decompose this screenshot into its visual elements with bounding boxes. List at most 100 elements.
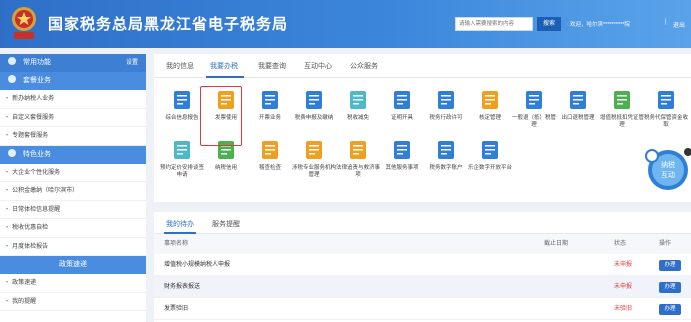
app-declare[interactable]: 税费申报及缴纳 [290,88,338,122]
tab-public-service[interactable]: 公众服务 [350,61,378,71]
search-input[interactable] [455,17,533,31]
app-platform[interactable]: 乐企数字开放平台 [466,138,514,172]
sidebar-item[interactable]: 大企业个性化服务 [0,164,146,182]
vat-icon [610,88,634,112]
sidebar-special-header[interactable]: 特色业务 [0,145,146,164]
other-icon [390,138,414,162]
todo-panel: 我的待办 服务提醒 事项名称 截止日期 状态 操作 增值税小规模纳税人申报 未申… [154,212,691,322]
app-label: 税务数字账户 [429,165,463,171]
sidebar-item[interactable]: 月度体检报告 [0,238,146,256]
search-button[interactable]: 搜索 [537,17,561,31]
handle-button[interactable]: 办理 [659,260,681,271]
todo-status: 未申报 [614,284,633,290]
sidebar-setting-link[interactable]: 设置 [126,54,138,72]
header-separator: | [665,19,667,25]
app-export[interactable]: 出口退税管理 [554,88,602,122]
sidebar-policy-header[interactable]: 政策速递 [0,256,146,274]
refund-icon [522,88,546,112]
app-custody[interactable]: 税务代保管资金收取 [642,88,690,129]
sidebar-item[interactable]: 日常体检信息提醒 [0,201,146,219]
app-label: 稽查检查 [258,165,281,171]
home-icon [8,57,16,65]
permit-icon [434,88,458,112]
handle-button[interactable]: 办理 [659,282,681,293]
mascot-text-bottom: 互动 [661,170,675,179]
app-label: 出口退税管理 [561,115,595,121]
tab-handle-tax[interactable]: 我要办税 [210,61,238,71]
app-billing[interactable]: 开票业务 [246,88,294,122]
active-tab-indicator [206,76,244,78]
app-label: 税收减免 [346,115,369,121]
app-label: 开票业务 [258,115,281,121]
todo-name: 发票验旧 [164,306,189,312]
app-label: 预约定价安排谈签申请 [159,165,204,178]
app-refund[interactable]: 一般退（抵）税管理 [510,88,558,129]
platform-icon [478,138,502,162]
grid-icon [8,148,16,157]
app-certificate[interactable]: 证明开具 [378,88,426,122]
sidebar-item[interactable]: 新办纳税人业务 [0,90,146,109]
todo-name: 增值税小规模纳税人申报 [164,262,231,268]
app-label: 增值税抵扣凭证管理 [599,115,644,128]
sidebar-item[interactable]: 我的提醒 [0,293,146,311]
export-icon [566,88,590,112]
tab-interaction[interactable]: 互动中心 [304,61,332,71]
sidebar-common-header[interactable]: 常用功能 设置 [0,54,146,72]
handle-button[interactable]: 办理 [659,304,681,315]
app-law[interactable]: 法律追责与救济事项 [334,138,382,179]
mascot-close-icon[interactable] [684,148,691,156]
law-icon [346,138,370,162]
sidebar: 常用功能 设置 套餐业务 新办纳税人业务 自定义套餐服务 专题套餐服务 特色业务… [0,54,146,322]
reduction-icon [346,88,370,112]
app-permit[interactable]: 税务行政许可 [422,88,470,122]
app-inspect[interactable]: 稽查检查 [246,138,294,172]
sidebar-item[interactable]: 政策速递 [0,274,146,293]
app-pricing[interactable]: 预约定价安排谈签申请 [158,138,206,179]
table-row: 财务报表报送 未申报 办理 [154,276,691,298]
app-label: 法律追责与救济事项 [335,165,380,178]
app-label: 一般退（抵）税管理 [511,115,556,128]
col-date: 截止日期 [544,241,569,247]
main-tabs: 我的信息 我要办税 我要查询 互动中心 公众服务 [154,54,691,78]
interactive-mascot-icon[interactable]: 纳税 互动 [640,140,690,198]
tab-query[interactable]: 我要查询 [258,61,286,71]
sidebar-item[interactable]: 税收优惠自检 [0,219,146,238]
app-agency[interactable]: 涉税专业服务机构管理 [290,138,338,179]
verify-icon [478,88,502,112]
tab-my-info[interactable]: 我的信息 [166,61,194,71]
sidebar-item[interactable]: 公积金缴纳（哈尔滨市） [0,182,146,201]
col-status: 状态 [614,241,627,247]
sidebar-package-header[interactable]: 套餐业务 [0,72,146,90]
welcome-text: 欢迎，哈尔滨**********院 [570,22,630,28]
sidebar-item[interactable]: 专题套餐服务 [0,127,146,146]
account-icon [434,138,458,162]
agency-icon [302,138,326,162]
app-report[interactable]: 综合信息报告 [158,88,206,122]
table-row: 发票验旧 未验旧 办理 [154,298,691,320]
tab-service-reminder[interactable]: 服务提醒 [212,219,240,229]
todo-status: 未验旧 [614,306,633,312]
tab-my-todo[interactable]: 我的待办 [166,219,194,229]
app-vat[interactable]: 增值税抵扣凭证管理 [598,88,646,129]
app-label: 税费申报及缴纳 [294,115,334,121]
inspect-icon [258,138,282,162]
report-icon [170,88,194,112]
app-label: 纳税信用 [214,165,237,171]
package-icon [8,75,16,83]
sidebar-package-label: 套餐业务 [22,77,51,84]
sidebar-item[interactable]: 自定义套餐服务 [0,109,146,127]
logout-link[interactable]: 退出 [673,20,685,29]
app-reduction[interactable]: 税收减免 [334,88,382,122]
todo-name: 财务报表报送 [164,284,201,290]
sidebar-policy-label: 政策速递 [59,261,87,268]
app-label: 其他服务事项 [385,165,419,171]
declare-icon [302,88,326,112]
app-other[interactable]: 其他服务事项 [378,138,426,172]
site-title: 国家税务总局黑龙江省电子税务局 [48,16,289,33]
app-verify[interactable]: 核定管理 [466,88,514,122]
app-label: 涉税专业服务机构管理 [291,165,336,178]
todo-tabs: 我的待办 服务提醒 [154,212,691,234]
sidebar-common-label: 常用功能 [22,59,51,66]
todo-status: 未申报 [614,262,633,268]
app-account[interactable]: 税务数字账户 [422,138,470,172]
